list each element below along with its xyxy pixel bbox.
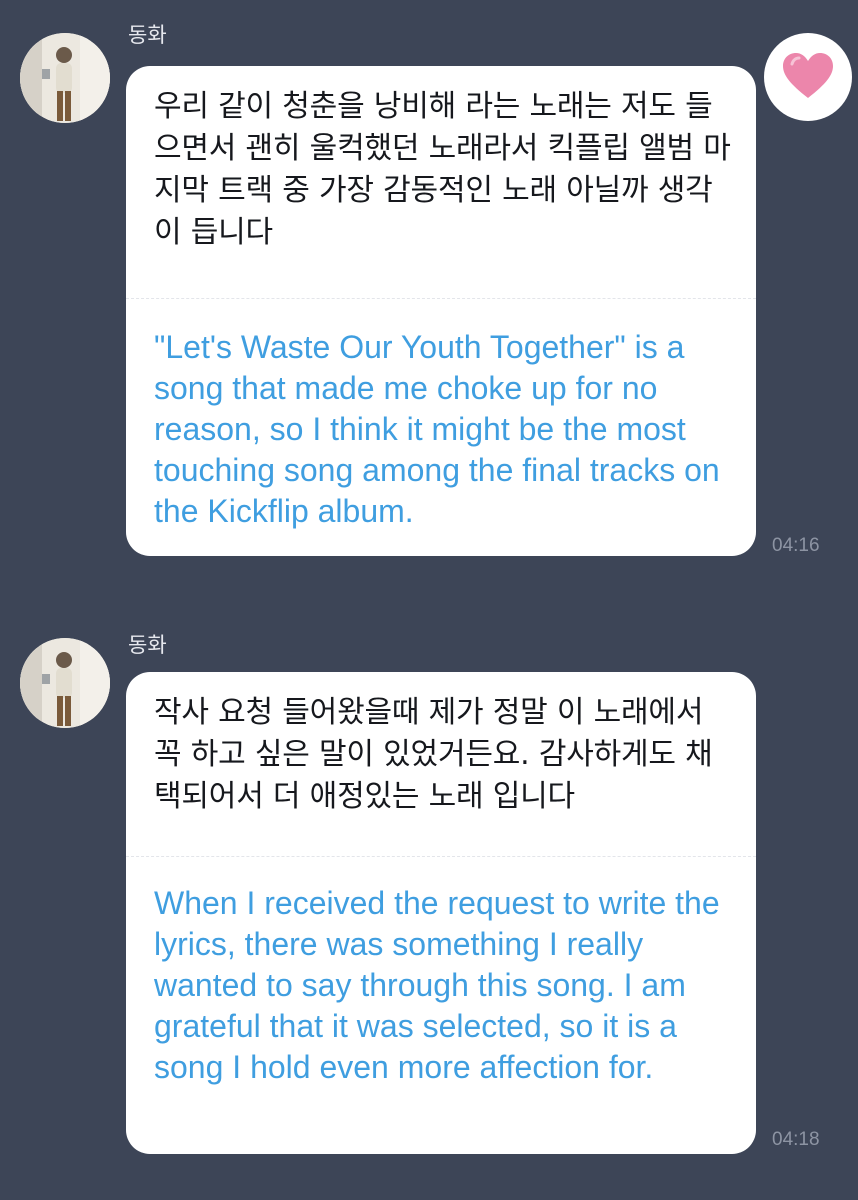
translation-divider [126,856,756,857]
message-timestamp: 04:18 [772,1129,820,1150]
message-2: 동화 작사 요청 들어왔을때 제가 정말 이 노래에서 꼭 하고 싶은 말이 있… [0,0,858,1200]
message-original-text: 작사 요청 들어왔을때 제가 정말 이 노래에서 꼭 하고 싶은 말이 있었거든… [154,695,713,814]
message-translation-text: When I received the request to write the… [154,885,720,1085]
sender-name: 동화 [128,633,167,657]
avatar[interactable] [20,638,110,728]
message-bubble[interactable]: 작사 요청 들어왔을때 제가 정말 이 노래에서 꼭 하고 싶은 말이 있었거든… [126,672,756,1154]
avatar-photo-icon [20,638,110,728]
